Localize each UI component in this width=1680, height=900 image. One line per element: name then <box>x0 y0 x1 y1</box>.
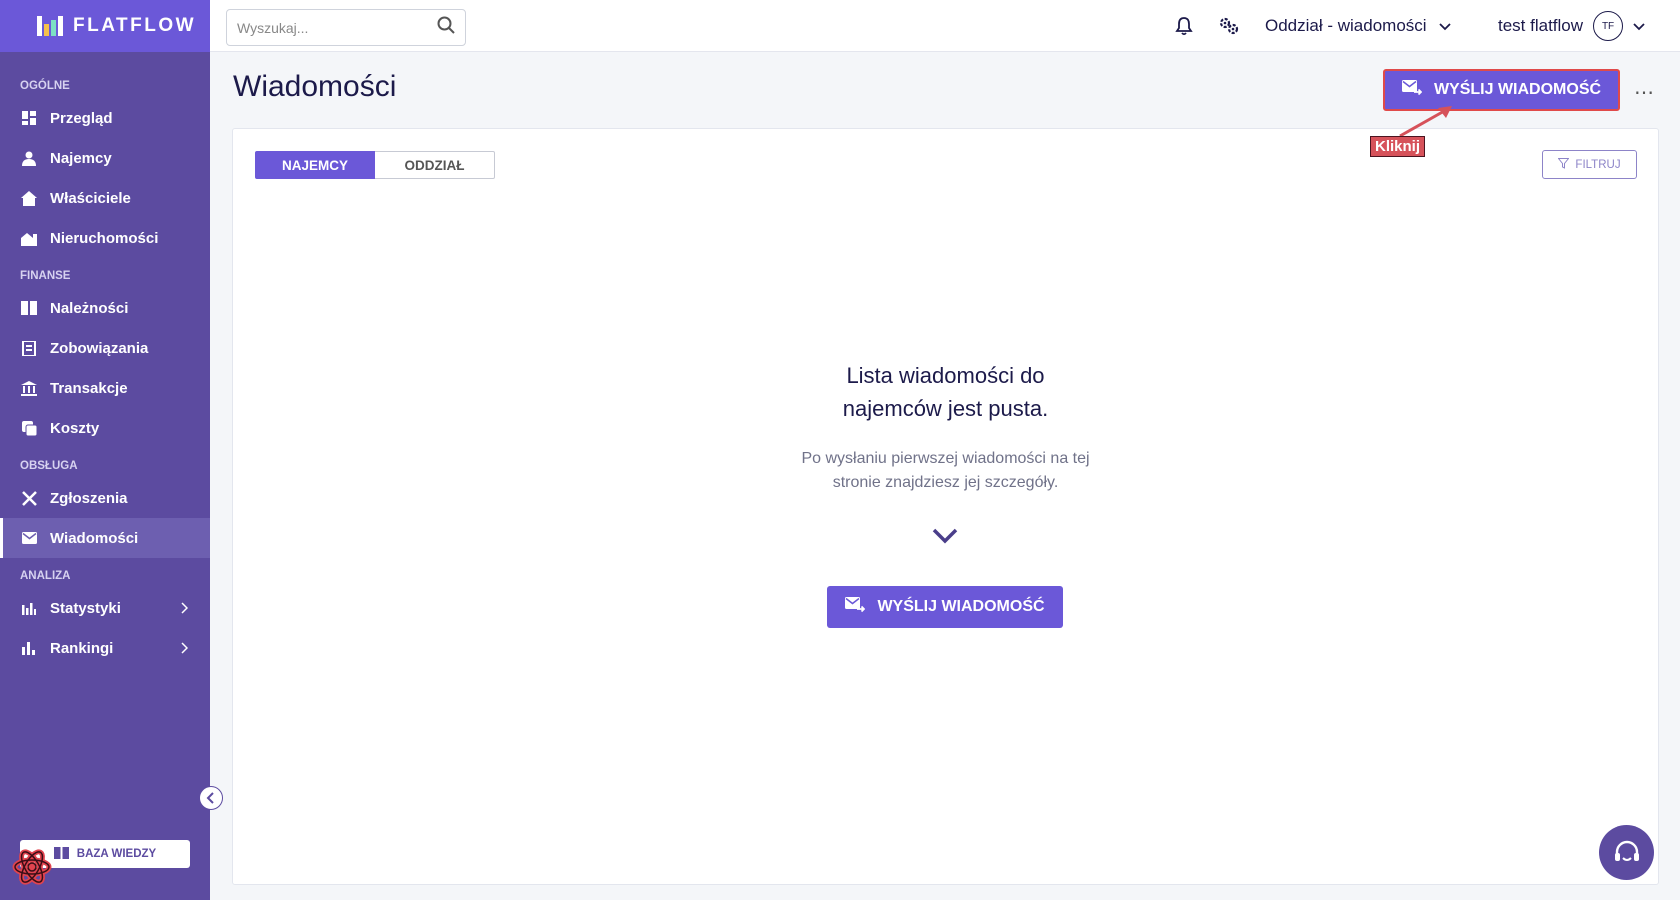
empty-state-description-line1: Po wysłaniu pierwszej wiadomości na tej <box>801 450 1090 467</box>
sidebar-item-messages[interactable]: Wiadomości <box>0 518 210 558</box>
nav-section-general: OGÓLNE <box>20 80 70 92</box>
empty-state-title-line1: Lista wiadomości do <box>846 363 1045 388</box>
knowledge-base-label: BAZA WIEDZY <box>76 848 157 860</box>
bank-icon <box>21 380 37 396</box>
brand-logo[interactable]: FLATFLOW <box>0 0 210 52</box>
sidebar-item-tenants[interactable]: Najemcy <box>0 138 210 178</box>
sidebar-item-label: Rankingi <box>50 639 114 657</box>
chevron-down-icon <box>1438 16 1451 36</box>
headset-icon <box>1614 840 1639 861</box>
sidebar-item-label: Statystyki <box>50 599 121 617</box>
search-box[interactable] <box>226 9 466 46</box>
avatar: TF <box>1593 11 1624 41</box>
send-first-message-button[interactable]: WYŚLIJ WIADOMOŚĆ <box>827 586 1063 628</box>
sidebar-item-rankings[interactable]: Rankingi <box>0 628 210 668</box>
sidebar-item-label: Wiadomości <box>50 529 139 547</box>
dashboard-icon <box>21 110 37 126</box>
chevron-right-icon <box>180 601 189 618</box>
sidebar-item-owners[interactable]: Właściciele <box>0 178 210 218</box>
sidebar-item-overview[interactable]: Przegląd <box>0 98 210 138</box>
recipient-tabs: NAJEMCY ODDZIAŁ <box>255 151 495 179</box>
messages-panel: NAJEMCY ODDZIAŁ FILTRUJ Lista wiadomości… <box>232 128 1659 885</box>
topbar: Oddział - wiadomości test flatflow TF <box>210 0 1680 52</box>
brand-name: FLATFLOW <box>73 15 197 36</box>
more-options-icon[interactable]: ⋯ <box>1634 80 1655 105</box>
chevron-right-icon <box>180 641 189 658</box>
stats-icon <box>21 600 37 616</box>
react-devtools-icon[interactable] <box>12 847 52 887</box>
logo-icon <box>37 16 63 36</box>
collapse-sidebar-button[interactable] <box>199 786 223 810</box>
sidebar-item-label: Najemcy <box>50 149 112 167</box>
book-icon <box>53 846 69 862</box>
empty-state-title-line2: najemców jest pusta. <box>842 396 1049 421</box>
tab-tenants[interactable]: NAJEMCY <box>255 151 375 179</box>
sidebar-item-label: Koszty <box>50 419 100 437</box>
send-first-message-label: WYŚLIJ WIADOMOŚĆ <box>877 598 1045 615</box>
branch-selector[interactable]: Oddział - wiadomości <box>1265 0 1451 52</box>
filter-icon <box>1557 157 1570 172</box>
sidebar-item-costs[interactable]: Koszty <box>0 408 210 448</box>
settings-icon[interactable] <box>1218 15 1240 37</box>
ranking-icon <box>21 640 37 656</box>
empty-state-description-line2: stronie znajdziesz jej szczegóły. <box>832 474 1059 491</box>
sidebar-item-label: Nieruchomości <box>50 229 159 247</box>
costs-icon <box>21 420 37 436</box>
receivables-icon <box>21 300 37 316</box>
chevron-down-icon <box>1633 16 1645 36</box>
empty-state-description: Po wysłaniu pierwszej wiadomości na tej … <box>233 447 1658 495</box>
sidebar-item-receivables[interactable]: Należności <box>0 288 210 328</box>
search-input[interactable] <box>237 19 437 36</box>
empty-state-title: Lista wiadomości do najemców jest pusta. <box>233 359 1658 425</box>
sidebar-item-label: Przegląd <box>50 109 113 127</box>
chevron-down-icon <box>931 527 959 550</box>
chevron-left-icon <box>206 792 214 804</box>
branch-label: Oddział - wiadomości <box>1265 16 1427 35</box>
sidebar-item-tickets[interactable]: Zgłoszenia <box>0 478 210 518</box>
send-mail-icon <box>845 596 866 618</box>
bell-icon[interactable] <box>1173 15 1195 37</box>
page-title: Wiadomości <box>233 70 397 103</box>
nav-section-analysis: ANALIZA <box>20 570 71 582</box>
properties-icon <box>21 230 37 246</box>
sidebar-item-label: Transakcje <box>50 379 128 397</box>
search-icon[interactable] <box>437 16 455 39</box>
tenants-icon <box>21 150 37 166</box>
send-message-label: WYŚLIJ WIADOMOŚĆ <box>1433 81 1602 98</box>
sidebar-item-transactions[interactable]: Transakcje <box>0 368 210 408</box>
nav-section-finance: FINANSE <box>20 270 71 282</box>
nav-section-service: OBSŁUGA <box>20 460 78 472</box>
sidebar-item-label: Zobowiązania <box>50 339 149 357</box>
sidebar-item-liabilities[interactable]: Zobowiązania <box>0 328 210 368</box>
sidebar-item-label: Zgłoszenia <box>50 489 128 507</box>
user-menu[interactable]: test flatflow TF <box>1498 0 1645 52</box>
sidebar: FLATFLOW OGÓLNE Przegląd Najemcy Właścic… <box>0 0 210 900</box>
sidebar-item-properties[interactable]: Nieruchomości <box>0 218 210 258</box>
click-annotation: Kliknij <box>1370 136 1426 157</box>
filter-button[interactable]: FILTRUJ <box>1542 150 1637 179</box>
user-name: test flatflow <box>1498 16 1584 35</box>
owners-icon <box>21 190 37 206</box>
sidebar-item-label: Właściciele <box>50 189 131 207</box>
sidebar-item-label: Należności <box>50 299 129 317</box>
annotation-arrow-icon <box>1399 106 1452 138</box>
support-chat-button[interactable] <box>1599 825 1654 880</box>
tools-icon <box>21 490 37 506</box>
liabilities-icon <box>21 340 37 356</box>
sidebar-item-statistics[interactable]: Statystyki <box>0 588 210 628</box>
mail-icon <box>21 530 37 546</box>
send-mail-icon <box>1401 79 1423 101</box>
tab-branch[interactable]: ODDZIAŁ <box>375 151 495 179</box>
filter-label: FILTRUJ <box>1575 158 1621 171</box>
